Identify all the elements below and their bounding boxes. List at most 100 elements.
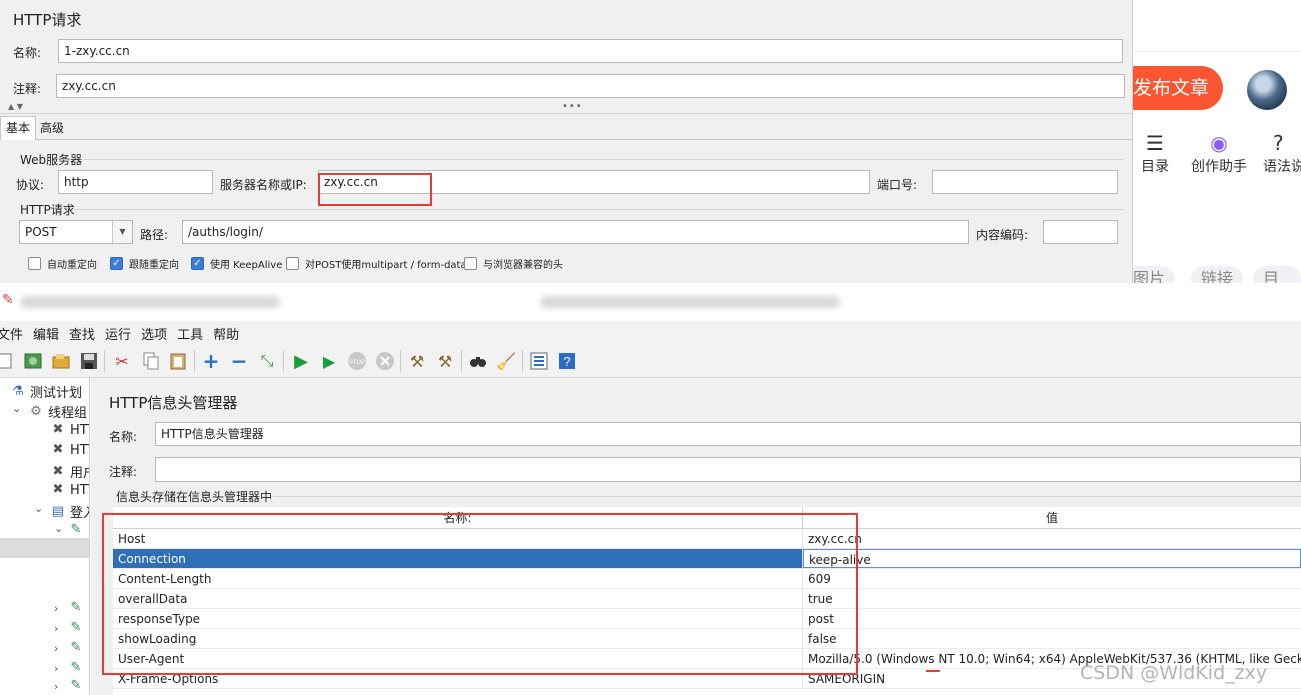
chevron-down-icon[interactable]: ⌄ (54, 522, 63, 535)
assistant-tool[interactable]: ◉ 创作助手 (1191, 130, 1247, 176)
save-icon[interactable] (78, 350, 100, 372)
header-name-cell[interactable]: Connection (113, 549, 803, 568)
auto-redirect-checkbox[interactable]: 自动重定向 (28, 256, 97, 271)
start-no-pause-icon[interactable]: ▶ (318, 350, 340, 372)
tree-node-thread-group[interactable]: ⚙ 线程组 (28, 402, 87, 422)
encoding-field[interactable] (1043, 220, 1118, 244)
tree-node-dropper[interactable]: ✎ (68, 640, 88, 656)
expand-icon[interactable]: + (200, 349, 222, 373)
checkbox-label: 使用 KeepAlive (210, 260, 283, 271)
cut-icon[interactable]: ✂ (111, 350, 133, 372)
hm-comment-field[interactable] (155, 457, 1301, 482)
open-icon[interactable] (50, 350, 72, 372)
tree-node-sampler[interactable]: ✖ HTTP (50, 482, 89, 498)
tree-node-sampler[interactable]: ✖ 用户 (50, 462, 89, 482)
syntax-tool-label: 语法说 (1263, 159, 1301, 175)
table-row-selected[interactable]: Connection keep-alive (113, 549, 1301, 569)
broom-icon[interactable]: 🧹 (495, 350, 517, 372)
toggle-icon[interactable]: ⤡ (256, 350, 278, 372)
chevron-right-icon[interactable]: › (54, 622, 58, 635)
tree-node-dropper[interactable]: ✎ (68, 620, 88, 636)
table-row[interactable]: responseType post (113, 609, 1301, 629)
header-name-cell[interactable]: Content-Length (113, 569, 803, 588)
toc-tool[interactable]: ☰ 目录 (1141, 130, 1169, 176)
tree-node-sampler[interactable]: ✖ HTTP (50, 422, 89, 438)
header-name-cell[interactable]: responseType (113, 609, 803, 628)
binoculars-icon[interactable] (467, 350, 489, 372)
column-header-name[interactable]: 名称: (113, 507, 803, 528)
divider (0, 113, 1133, 114)
port-field[interactable] (932, 170, 1118, 194)
header-name-cell[interactable]: Host (113, 529, 803, 548)
table-row[interactable]: Content-Length 609 (113, 569, 1301, 589)
function-helper-icon[interactable] (528, 350, 550, 372)
header-value-cell-editing[interactable]: keep-alive (803, 549, 1301, 568)
header-name-cell[interactable]: User-Agent (113, 649, 803, 668)
chevron-down-icon[interactable]: ⌄ (12, 402, 21, 415)
paste-icon[interactable] (167, 350, 189, 372)
method-select[interactable]: POST ▼ (19, 220, 133, 244)
splitter-handle[interactable]: ••• (562, 101, 583, 112)
help-icon[interactable]: ? (556, 350, 578, 372)
table-row[interactable]: Host zxy.cc.cn (113, 529, 1301, 549)
collapse-arrows[interactable]: ▲ ▼ (8, 102, 23, 111)
tree-node-dropper[interactable]: ✎ (68, 522, 88, 538)
name-field[interactable]: 1-zxy.cc.cn (58, 39, 1123, 63)
hm-name-field[interactable]: HTTP信息头管理器 (155, 422, 1301, 446)
chevron-right-icon[interactable]: › (54, 642, 58, 655)
header-value-cell[interactable]: post (803, 609, 1301, 628)
chevron-right-icon[interactable]: › (54, 602, 58, 615)
checkbox-box (464, 257, 477, 270)
header-value-cell[interactable]: 609 (803, 569, 1301, 588)
path-label: 路径: (140, 228, 169, 242)
browser-headers-checkbox[interactable]: 与浏览器兼容的头 (464, 256, 563, 271)
protocol-field[interactable]: http (58, 170, 213, 194)
follow-redirect-checkbox[interactable]: ✓ 跟随重定向 (110, 256, 179, 271)
shutdown-icon[interactable] (374, 350, 396, 372)
comment-field[interactable]: zxy.cc.cn (56, 74, 1125, 98)
menu-search[interactable]: 查找 (69, 324, 95, 343)
multipart-checkbox[interactable]: 对POST使用multipart / form-data (286, 256, 467, 271)
chevron-down-icon[interactable]: ⌄ (34, 502, 43, 515)
collapse-icon[interactable]: − (228, 349, 250, 373)
templates-icon[interactable] (22, 350, 44, 372)
menu-options[interactable]: 选项 (141, 324, 167, 343)
table-row[interactable]: overallData true (113, 589, 1301, 609)
table-row[interactable]: showLoading false (113, 629, 1301, 649)
keepalive-checkbox[interactable]: ✓ 使用 KeepAlive (191, 256, 282, 271)
header-name-cell[interactable]: X-Frame-Options (113, 669, 803, 688)
tree-node-dropper[interactable]: ✎ (68, 678, 88, 694)
header-name-cell[interactable]: showLoading (113, 629, 803, 648)
header-value-cell[interactable]: false (803, 629, 1301, 648)
clear-icon[interactable]: ⚒ (406, 350, 428, 372)
new-icon[interactable] (0, 350, 16, 372)
tab-basic[interactable]: 基本 (0, 116, 36, 140)
copy-icon[interactable] (140, 350, 162, 372)
tab-advanced[interactable]: 高级 (40, 118, 64, 138)
tree-node-controller[interactable]: ▤ 登入 (50, 502, 89, 522)
tree-node-dropper[interactable]: ✎ (68, 660, 88, 676)
menu-tools[interactable]: 工具 (177, 324, 203, 343)
menu-edit[interactable]: 编辑 (33, 324, 59, 343)
menu-file[interactable]: 文件 (0, 324, 23, 343)
header-value-cell[interactable]: true (803, 589, 1301, 608)
column-header-value[interactable]: 值 (803, 507, 1301, 528)
chevron-right-icon[interactable]: › (54, 662, 58, 675)
toolbar-separator (400, 350, 401, 372)
chevron-down-icon[interactable]: ▼ (112, 221, 132, 243)
clear-all-icon[interactable]: ⚒ (434, 350, 456, 372)
path-field[interactable]: /auths/login/ (182, 220, 969, 244)
header-value-cell[interactable]: zxy.cc.cn (803, 529, 1301, 548)
syntax-tool[interactable]: ? 语法说 (1263, 130, 1301, 176)
menu-help[interactable]: 帮助 (213, 324, 239, 343)
avatar[interactable] (1247, 70, 1287, 110)
start-icon[interactable]: ▶ (290, 350, 312, 372)
chevron-right-icon[interactable]: › (54, 680, 58, 693)
header-name-cell[interactable]: overallData (113, 589, 803, 608)
tree-node-sampler[interactable]: ✖ HTTP (50, 442, 89, 458)
server-field[interactable]: zxy.cc.cn (318, 170, 870, 194)
stop-icon[interactable]: STOP (346, 350, 368, 372)
tree-node-dropper[interactable]: ✎ (68, 600, 88, 616)
menu-run[interactable]: 运行 (105, 324, 131, 343)
tree-node-test-plan[interactable]: ⚗ 测试计划 (10, 382, 82, 402)
